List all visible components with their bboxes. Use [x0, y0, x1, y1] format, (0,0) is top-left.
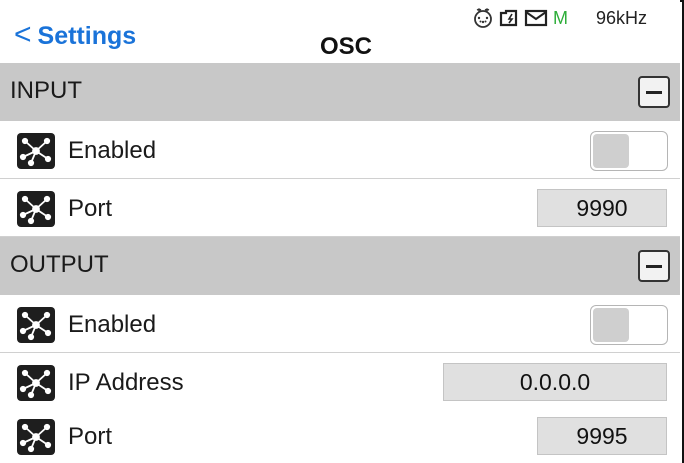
- collapse-input-button[interactable]: [638, 76, 670, 108]
- input-port-field[interactable]: 9990: [537, 189, 667, 227]
- sd-card-icon: [498, 8, 520, 28]
- input-enabled-toggle[interactable]: [590, 131, 668, 171]
- output-ip-label: IP Address: [68, 369, 184, 396]
- output-ip-row: IP Address 0.0.0.0: [0, 353, 680, 411]
- network-icon: [17, 419, 55, 455]
- output-port-row: Port 9995: [0, 407, 680, 463]
- network-icon: [17, 133, 55, 169]
- output-enabled-row: Enabled: [0, 295, 680, 353]
- status-bar: M 96kHz: [472, 7, 647, 29]
- input-enabled-label: Enabled: [68, 137, 157, 164]
- collapse-output-button[interactable]: [638, 250, 670, 282]
- output-port-label: Port: [68, 423, 113, 450]
- back-label: Settings: [37, 22, 137, 50]
- page-title: OSC: [320, 33, 373, 60]
- network-icon: [17, 307, 55, 343]
- minus-icon: [646, 264, 662, 268]
- mail-icon: [524, 9, 548, 27]
- sample-rate: 96kHz: [596, 7, 648, 28]
- section-header-input: INPUT: [0, 63, 680, 121]
- input-port-label: Port: [68, 195, 113, 222]
- section-header-output: OUTPUT: [0, 237, 680, 295]
- input-port-row: Port 9990: [0, 179, 680, 237]
- network-icon: [17, 191, 55, 227]
- output-port-field[interactable]: 9995: [537, 417, 667, 455]
- toggle-knob: [593, 134, 629, 168]
- input-enabled-row: Enabled: [0, 121, 680, 179]
- network-icon: [17, 365, 55, 401]
- section-title-output: OUTPUT: [10, 251, 109, 278]
- minus-icon: [646, 90, 662, 94]
- output-enabled-toggle[interactable]: [590, 305, 668, 345]
- toggle-knob: [593, 308, 629, 342]
- output-enabled-label: Enabled: [68, 311, 157, 338]
- top-bar: < Settings OSC M 96kHz: [0, 0, 680, 63]
- back-button[interactable]: < Settings: [14, 18, 137, 51]
- section-title-input: INPUT: [10, 77, 82, 104]
- back-chevron-icon: <: [14, 18, 32, 51]
- midi-port-icon: [472, 7, 494, 29]
- status-m-indicator: M: [553, 7, 568, 28]
- output-ip-field[interactable]: 0.0.0.0: [443, 363, 667, 401]
